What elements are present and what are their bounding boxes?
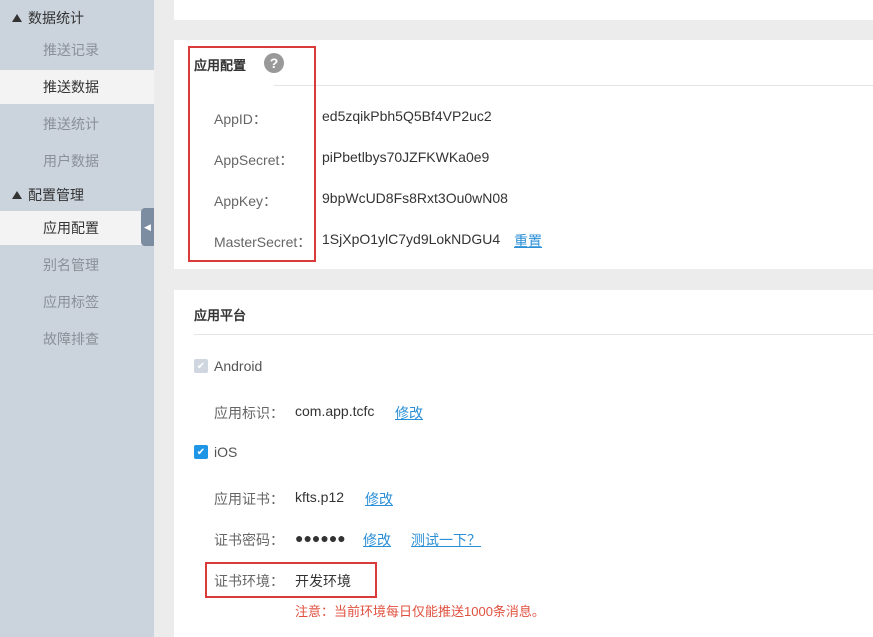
env-warning: 注意：当前环境每日仅能推送1000条消息。 [295,604,545,619]
appsecret-value: piPbetlbys70JZFKWKa0e9 [322,149,490,165]
cert-password-label: 证书密码： [214,532,284,548]
sidebar-item-label: 用户数据 [43,153,99,169]
appkey-value: 9bpWcUD8Fs8Rxt3Ou0wN08 [322,190,508,206]
cert-value: kfts.p12 [295,489,345,505]
ios-checkbox[interactable]: ✔ [194,445,208,459]
sidebar-item-label: 推送记录 [43,42,99,58]
check-icon: ✔ [196,446,206,458]
cert-password-value: ●●●●●● [295,530,346,546]
collapse-triangle-icon [12,191,22,199]
divider [194,334,873,335]
sidebar-item-label: 应用配置 [43,220,99,236]
app-config-panel: 应用配置 ? AppID： ed5zqikPbh5Q5Bf4VP2uc2 App… [174,40,873,269]
sidebar-item-push-data[interactable]: 推送数据 [0,70,154,104]
sidebar-item-alias[interactable]: 别名管理 [0,248,154,282]
appid-value: ed5zqikPbh5Q5Bf4VP2uc2 [322,108,492,124]
collapse-triangle-icon [12,14,22,22]
android-checkbox[interactable]: ✔ [194,359,208,373]
sidebar-group-label: 配置管理 [28,187,84,203]
divider [274,85,873,86]
check-icon: ✔ [196,360,206,372]
sidebar: 数据统计 推送记录 推送数据 推送统计 用户数据 配置管理 应用配置 别名管理 … [0,0,154,637]
sidebar-group-stats[interactable]: 数据统计 [0,3,154,33]
highlight-box [188,46,316,262]
sidebar-item-push-stats[interactable]: 推送统计 [0,107,154,141]
sidebar-item-app-config[interactable]: 应用配置 [0,211,154,245]
sidebar-item-label: 推送统计 [43,116,99,132]
reset-link[interactable]: 重置 [514,231,542,251]
test-link[interactable]: 测试一下？ [411,530,481,550]
app-platform-panel: 应用平台 ✔ Android 应用标识： com.app.tcfc 修改 ✔ i… [174,290,873,637]
mastersecret-value: 1SjXpO1ylC7yd9LokNDGU4 [322,231,501,247]
sidebar-item-push-records[interactable]: 推送记录 [0,33,154,67]
panel-title: 应用平台 [194,308,247,323]
package-id-value: com.app.tcfc [295,403,375,419]
sidebar-item-tags[interactable]: 应用标签 [0,285,154,319]
ios-label: iOS [214,444,238,460]
sidebar-item-troubleshoot[interactable]: 故障排查 [0,322,154,356]
sidebar-collapse-handle[interactable]: ◀ [141,208,154,246]
cert-label: 应用证书： [214,491,284,507]
top-panel [174,0,873,20]
password-edit-link[interactable]: 修改 [363,530,391,550]
sidebar-item-label: 应用标签 [43,294,99,310]
sidebar-group-config[interactable]: 配置管理 [0,180,154,210]
android-label: Android [214,358,263,374]
sidebar-item-user-data[interactable]: 用户数据 [0,144,154,178]
sidebar-item-label: 别名管理 [43,257,99,273]
sidebar-group-label: 数据统计 [28,10,84,26]
sidebar-item-label: 故障排查 [43,331,99,347]
chevron-left-icon: ◀ [144,221,151,232]
sidebar-item-label: 推送数据 [43,79,99,95]
cert-edit-link[interactable]: 修改 [365,489,393,509]
android-edit-link[interactable]: 修改 [395,403,423,423]
highlight-box [205,562,377,598]
package-id-label: 应用标识： [214,405,284,421]
